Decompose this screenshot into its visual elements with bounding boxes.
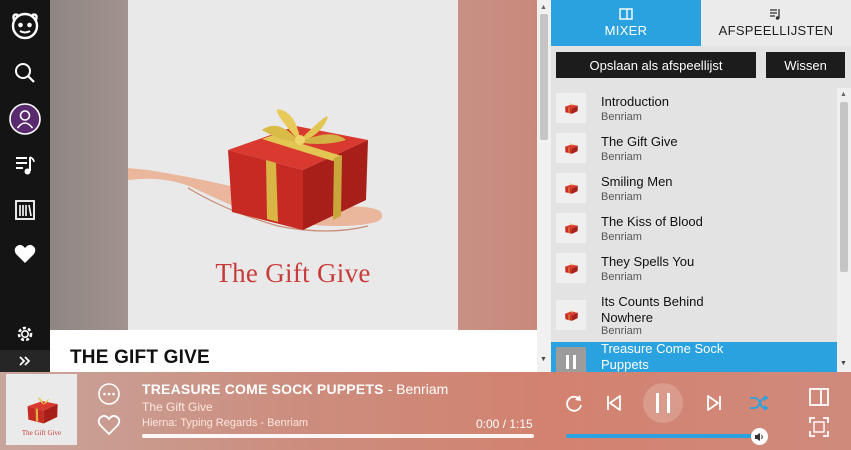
volume-slider[interactable] (566, 434, 758, 438)
repeat-icon[interactable] (562, 391, 586, 415)
queue-item-title: Smiling Men (601, 174, 673, 189)
album-header: THE GIFT GIVE (50, 330, 537, 372)
now-playing-title[interactable]: TREASURE COME SOCK PUPPETS (142, 381, 384, 397)
save-as-playlist-button[interactable]: Opslaan als afspeellijst (556, 52, 756, 78)
queue-item[interactable]: Introduction Benriam (551, 88, 837, 128)
now-playing-artist[interactable]: Benriam (396, 381, 448, 397)
track-thumbnail[interactable] (556, 133, 586, 163)
track-thumbnail[interactable] (556, 173, 586, 203)
queue-item-artist: Benriam (601, 231, 642, 243)
now-playing-cover[interactable]: The Gift Give (6, 374, 77, 445)
album-view: The Gift Give THE GIFT GIVE (50, 0, 537, 372)
queue-scrollbar[interactable]: ▲ ▼ (837, 88, 851, 372)
search-icon[interactable] (0, 52, 50, 94)
clear-queue-button[interactable]: Wissen (766, 52, 845, 78)
fullscreen-icon[interactable] (806, 414, 832, 440)
queue-item-artist: Benriam (601, 151, 642, 163)
toggle-panel-icon[interactable] (806, 384, 832, 410)
title-artist-separator: - (383, 381, 397, 397)
album-title: THE GIFT GIVE (70, 347, 210, 368)
scroll-up-arrow-icon[interactable]: ▲ (540, 4, 547, 11)
playlist-icon (770, 9, 780, 20)
track-thumbnail[interactable] (556, 300, 586, 330)
favorites-heart-icon[interactable] (0, 233, 50, 275)
radio-icon[interactable] (0, 189, 50, 231)
scroll-down-arrow-icon[interactable]: ▼ (840, 360, 847, 367)
queue-item-artist: Benriam (601, 111, 642, 123)
panel-icon (619, 8, 633, 20)
queue-item-artist: Benriam (601, 325, 642, 337)
volume-speaker-icon[interactable] (751, 428, 768, 445)
queue-list: Introduction Benriam The Gift Give Benriam S… (551, 88, 837, 372)
track-thumbnail[interactable] (556, 93, 586, 123)
queue-item[interactable]: Smiling Men Benriam (551, 168, 837, 208)
pause-icon[interactable] (556, 347, 586, 372)
shuffle-icon[interactable] (747, 391, 771, 415)
previous-track-icon[interactable] (602, 391, 626, 415)
track-thumbnail[interactable] (556, 213, 586, 243)
cover-art-title: The Gift Give (215, 258, 371, 288)
queue-panel: MIXER AFSPEELLIJSTEN Opslaan als afspeel… (551, 0, 851, 372)
now-playing-album[interactable]: The Gift Give (142, 400, 213, 414)
queue-item-title: Introduction (601, 94, 669, 109)
scrollbar-thumb[interactable] (540, 14, 548, 140)
main-scrollbar[interactable]: ▲ ▼ (537, 0, 551, 372)
now-playing-cover-title: The Gift Give (21, 429, 62, 437)
pause-button[interactable] (643, 383, 683, 423)
queue-item[interactable]: The Gift Give Benriam (551, 128, 837, 168)
queue-item-title: Treasure Come Sock Puppets (601, 341, 724, 372)
progress-bar[interactable] (142, 434, 534, 438)
queue-item-artist: Benriam (601, 271, 642, 283)
profile-icon[interactable] (0, 98, 50, 140)
tab-playlists-label: AFSPEELLIJSTEN (718, 23, 834, 38)
queue-item[interactable]: Treasure Come Sock PuppetsBenriam (551, 341, 837, 372)
album-cover-art: The Gift Give (128, 0, 458, 330)
music-library-icon[interactable] (0, 144, 50, 186)
scrollbar-thumb[interactable] (840, 102, 848, 272)
like-heart-icon[interactable] (96, 412, 122, 438)
next-track-icon[interactable] (702, 391, 726, 415)
up-next-label: Hierna: Typing Regards - Benriam (142, 417, 309, 429)
queue-item[interactable]: They Spells You Benriam (551, 248, 837, 288)
queue-item-title: Its Counts Behind Nowhere (601, 294, 704, 325)
scroll-down-arrow-icon[interactable]: ▼ (540, 356, 547, 363)
expand-sidebar-icon[interactable] (0, 350, 50, 372)
queue-item-artist: Benriam (601, 191, 642, 203)
napster-logo-icon[interactable] (0, 4, 50, 46)
tab-playlists[interactable]: AFSPEELLIJSTEN (701, 0, 851, 46)
track-thumbnail[interactable] (556, 253, 586, 283)
queue-item-title: They Spells You (601, 254, 695, 269)
settings-gear-icon[interactable] (0, 313, 50, 355)
now-playing-line: TREASURE COME SOCK PUPPETS - Benriam (142, 381, 448, 397)
tab-mixer[interactable]: MIXER (551, 0, 701, 46)
tab-mixer-label: MIXER (604, 23, 648, 38)
queue-item-title: The Gift Give (601, 134, 678, 149)
player-bar: The Gift Give TREASURE COME SOCK PUPPETS… (0, 372, 851, 450)
scroll-up-arrow-icon[interactable]: ▲ (840, 91, 847, 98)
queue-item-title: The Kiss of Blood (601, 214, 703, 229)
queue-item[interactable]: The Kiss of Blood Benriam (551, 208, 837, 248)
queue-item[interactable]: Its Counts Behind Nowhere Benriam (551, 288, 837, 342)
playback-time: 0:00 / 1:15 (476, 417, 533, 431)
more-options-icon[interactable] (96, 381, 122, 407)
sidebar (0, 0, 50, 372)
